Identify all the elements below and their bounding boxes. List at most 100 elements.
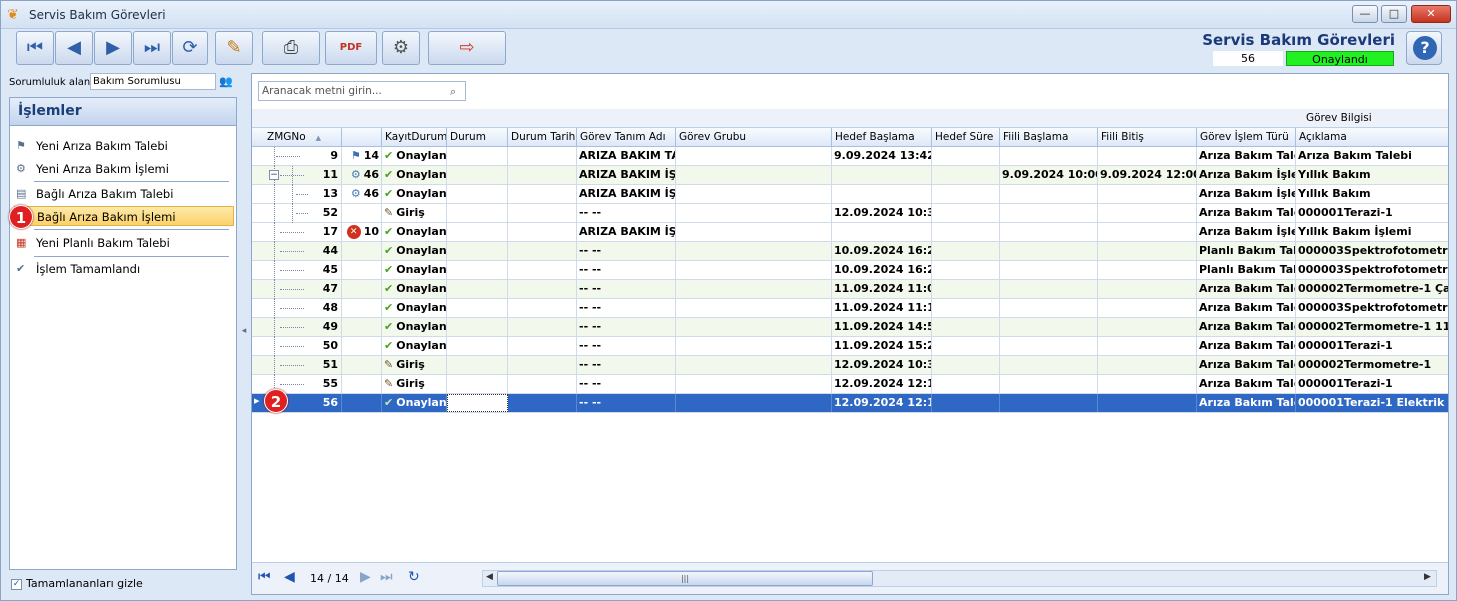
- table-row[interactable]: 13⚙46✔OnaylandıARIZA BAKIM İŞLEMİArıza B…: [252, 185, 1448, 204]
- cell-dtarih[interactable]: [508, 299, 577, 317]
- cell-tanim[interactable]: -- --: [577, 299, 676, 317]
- op-new-fault-operation[interactable]: ⚙ Yeni Arıza Bakım İşlemi: [14, 159, 234, 179]
- cell-sure[interactable]: [932, 166, 1000, 184]
- cell-link[interactable]: ⚙ 46: [342, 166, 382, 184]
- cell-fbit[interactable]: [1098, 185, 1197, 203]
- pdf-export-button[interactable]: PDF: [325, 31, 377, 65]
- table-row[interactable]: −11⚙46✔OnaylandıARIZA BAKIM İŞLEMİ9.09.2…: [252, 166, 1448, 185]
- cell-durum[interactable]: [447, 166, 508, 184]
- cell-fbit[interactable]: [1098, 261, 1197, 279]
- cell-dtarih[interactable]: [508, 356, 577, 374]
- cell-fbit[interactable]: [1098, 280, 1197, 298]
- cell-sure[interactable]: [932, 242, 1000, 260]
- collapse-icon[interactable]: −: [269, 170, 279, 180]
- cell-sure[interactable]: [932, 147, 1000, 165]
- cell-fbas[interactable]: 9.09.2024 10:00:00: [1000, 166, 1098, 184]
- cell-link[interactable]: [342, 394, 382, 412]
- cell-fbas[interactable]: [1000, 375, 1098, 393]
- table-row[interactable]: 47 ✔Onaylandı -- -- 11.09.2024 11:07 Arıza B…: [252, 280, 1448, 299]
- cell-durum[interactable]: [447, 204, 508, 222]
- cell-zmgno[interactable]: 48: [286, 299, 342, 317]
- cell-dtarih[interactable]: [508, 185, 577, 203]
- cell-zmgno[interactable]: 55: [286, 375, 342, 393]
- op-new-fault-request[interactable]: ⚑ Yeni Arıza Bakım Talebi: [14, 136, 234, 156]
- cell-zmgno[interactable]: 13: [286, 185, 342, 203]
- cell-hedef[interactable]: 9.09.2024 13:42:33: [832, 147, 932, 165]
- cell-zmgno[interactable]: 17: [286, 223, 342, 241]
- cell-tanim[interactable]: ARIZA BAKIM İŞLEMİ: [577, 166, 676, 184]
- cell-fbit[interactable]: 9.09.2024 12:00:00: [1098, 166, 1197, 184]
- col-actual-start[interactable]: Fiili Başlama: [1000, 128, 1098, 147]
- cell-grup[interactable]: [676, 242, 832, 260]
- cell-grup[interactable]: [676, 223, 832, 241]
- cell-tanim[interactable]: -- --: [577, 356, 676, 374]
- cell-fbit[interactable]: [1098, 147, 1197, 165]
- previous-record-button[interactable]: ◀: [55, 31, 93, 65]
- cell-durum[interactable]: [447, 280, 508, 298]
- cell-dtarih[interactable]: [508, 280, 577, 298]
- cell-sure[interactable]: [932, 204, 1000, 222]
- cell-sure[interactable]: [932, 356, 1000, 374]
- cell-link[interactable]: [342, 375, 382, 393]
- cell-status[interactable]: ✎ Giriş: [382, 375, 447, 393]
- table-row[interactable]: 51 ✎ Giriş -- -- 12.09.2024 10:31 Arıza Bakım…: [252, 356, 1448, 375]
- cell-dtarih[interactable]: [508, 166, 577, 184]
- cell-hedef[interactable]: 12.09.2024 12:11: [832, 375, 932, 393]
- nav-prev-button[interactable]: ◀: [284, 569, 295, 585]
- exit-button[interactable]: ⇨: [428, 31, 506, 65]
- cell-durum[interactable]: [447, 223, 508, 241]
- cell-tanim[interactable]: -- --: [577, 280, 676, 298]
- cell-sure[interactable]: [932, 185, 1000, 203]
- cell-status[interactable]: ✔Onaylandı: [382, 318, 447, 336]
- cell-aciklama[interactable]: 000002Termometre-1 Çalışmıyor: [1296, 280, 1448, 298]
- cell-durum[interactable]: [447, 299, 508, 317]
- search-icon[interactable]: ⌕: [450, 85, 456, 99]
- cell-link[interactable]: [342, 204, 382, 222]
- cell-aciklama[interactable]: 000001Terazi-1: [1296, 375, 1448, 393]
- cell-hedef[interactable]: 10.09.2024 16:22: [832, 261, 932, 279]
- cell-fbit[interactable]: [1098, 204, 1197, 222]
- table-row[interactable]: 55 ✎ Giriş -- -- 12.09.2024 12:11 Arıza Bakım…: [252, 375, 1448, 394]
- cell-tur[interactable]: Arıza Bakım İşlemi: [1197, 185, 1296, 203]
- cell-sure[interactable]: [932, 337, 1000, 355]
- col-target-duration[interactable]: Hedef Süre: [932, 128, 1000, 147]
- cell-sure[interactable]: [932, 318, 1000, 336]
- cell-durum[interactable]: [447, 242, 508, 260]
- table-row[interactable]: 44 ✔Onaylandı -- -- 10.09.2024 16:21 Planlı …: [252, 242, 1448, 261]
- cell-fbas[interactable]: [1000, 356, 1098, 374]
- cell-dtarih[interactable]: [508, 375, 577, 393]
- cell-aciklama[interactable]: Yıllık Bakım İşlemi: [1296, 223, 1448, 241]
- cell-status[interactable]: ✔Onaylandı: [382, 185, 447, 203]
- cell-link[interactable]: [342, 337, 382, 355]
- cell-sure[interactable]: [932, 394, 1000, 412]
- cell-status[interactable]: ✔Onaylandı: [382, 147, 447, 165]
- cell-tanim[interactable]: -- --: [577, 375, 676, 393]
- cell-link[interactable]: [342, 356, 382, 374]
- cell-aciklama[interactable]: Arıza Bakım Talebi: [1296, 147, 1448, 165]
- cell-grup[interactable]: [676, 318, 832, 336]
- cell-grup[interactable]: [676, 337, 832, 355]
- cell-aciklama[interactable]: 000001Terazi-1: [1296, 204, 1448, 222]
- cell-dtarih[interactable]: [508, 261, 577, 279]
- cell-status[interactable]: ✔Onaylandı: [382, 261, 447, 279]
- cell-tur[interactable]: Planlı Bakım Talebi: [1197, 242, 1296, 260]
- cell-tur[interactable]: Arıza Bakım Talebi: [1197, 337, 1296, 355]
- cell-fbit[interactable]: [1098, 337, 1197, 355]
- cell-hedef[interactable]: 11.09.2024 11:07: [832, 280, 932, 298]
- scroll-left-icon[interactable]: ◀: [486, 572, 493, 582]
- cell-hedef[interactable]: 12.09.2024 12:12: [832, 394, 932, 412]
- cell-fbas[interactable]: [1000, 204, 1098, 222]
- col-task-group[interactable]: Görev Grubu: [676, 128, 832, 147]
- minimize-button[interactable]: —: [1352, 5, 1378, 23]
- cell-fbas[interactable]: [1000, 261, 1098, 279]
- cell-hedef[interactable]: 12.09.2024 10:35: [832, 204, 932, 222]
- cell-link[interactable]: [342, 318, 382, 336]
- cell-grup[interactable]: [676, 166, 832, 184]
- op-linked-fault-operation[interactable]: ▤Bağlı Arıza Bakım İşlemi: [14, 206, 234, 226]
- cell-grup[interactable]: [676, 185, 832, 203]
- search-input[interactable]: Aranacak metni girin...: [258, 81, 466, 101]
- refresh-button[interactable]: ⟳: [172, 31, 208, 65]
- cell-tanim[interactable]: -- --: [577, 394, 676, 412]
- cell-tur[interactable]: Arıza Bakım İşlemi: [1197, 223, 1296, 241]
- first-record-button[interactable]: ⏮: [16, 31, 54, 65]
